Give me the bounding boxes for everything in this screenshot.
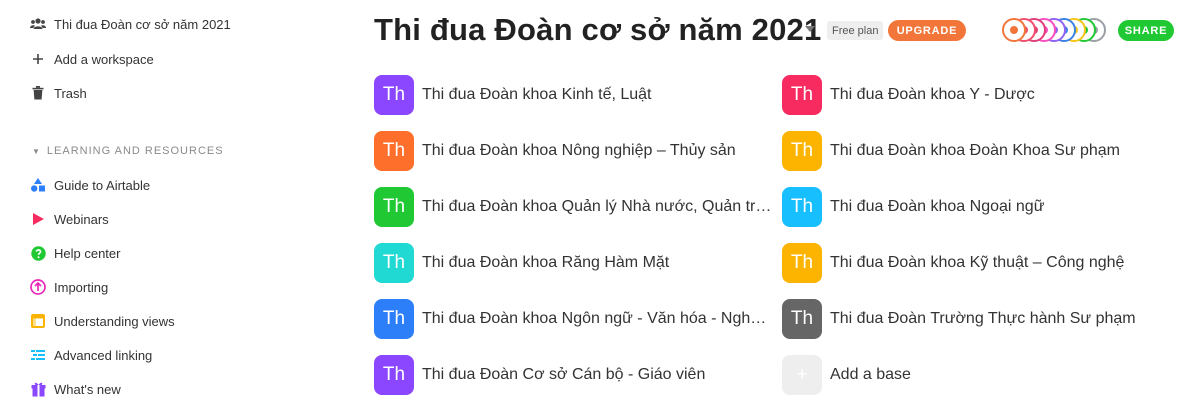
base-item[interactable]: Th Thi đua Đoàn khoa Quản lý Nhà nước, Q…: [374, 187, 772, 227]
learning-resources-heading[interactable]: ▼ LEARNING AND RESOURCES: [32, 144, 224, 158]
sidebar-workspace-item[interactable]: Thi đua Đoàn cơ sở năm 2021: [30, 13, 231, 35]
guide-to-airtable-link[interactable]: Guide to Airtable: [30, 174, 150, 196]
base-item[interactable]: Th Thi đua Đoàn khoa Kỹ thuật – Công ngh…: [782, 243, 1124, 283]
base-icon: Th: [782, 299, 822, 339]
add-workspace-label: Add a workspace: [54, 51, 154, 67]
base-name: Thi đua Đoàn khoa Kỹ thuật – Công nghệ: [830, 254, 1125, 271]
workspace-menu-caret-icon[interactable]: [805, 26, 815, 32]
base-name: Thi đua Đoàn khoa Nông nghiệp – Thủy sản: [422, 142, 736, 159]
importing-label: Importing: [54, 279, 109, 295]
base-item[interactable]: Th Thi đua Đoàn Cơ sở Cán bộ - Giáo viên: [374, 355, 705, 395]
learning-resources-heading-label: LEARNING AND RESOURCES: [46, 145, 224, 157]
advanced-linking-link[interactable]: Advanced linking: [30, 344, 152, 366]
base-icon: Th: [374, 187, 414, 227]
importing-link[interactable]: Importing: [30, 276, 108, 298]
trash-label: Trash: [54, 85, 87, 101]
play-icon: [30, 211, 46, 227]
avatar-dot: [1010, 26, 1018, 34]
plus-icon: +: [782, 355, 822, 395]
base-icon: Th: [782, 75, 822, 115]
workspace-title: Thi đua Đoàn cơ sở năm 2021: [374, 12, 822, 47]
base-name: Thi đua Đoàn khoa Răng Hàm Mặt: [422, 254, 670, 271]
advanced-linking-label: Advanced linking: [54, 347, 153, 363]
base-name: Thi đua Đoàn khoa Ngoại ngữ: [830, 198, 1045, 215]
base-icon: Th: [374, 355, 414, 395]
trash-icon: [30, 85, 46, 101]
avatar[interactable]: [1002, 18, 1026, 42]
plus-icon: [30, 51, 46, 67]
base-name: Thi đua Đoàn khoa Đoàn Khoa Sư phạm: [830, 142, 1121, 159]
users-icon: [30, 16, 46, 32]
base-name: Thi đua Đoàn Cơ sở Cán bộ - Giáo viên: [422, 366, 706, 383]
base-name: Thi đua Đoàn Trường Thực hành Sư phạm: [830, 310, 1136, 327]
base-item[interactable]: Th Thi đua Đoàn khoa Kinh tế, Luật: [374, 75, 652, 115]
base-name: Thi đua Đoàn khoa Y - Dược: [830, 86, 1035, 103]
understanding-views-label: Understanding views: [54, 313, 175, 329]
plan-badge: Free plan: [827, 21, 884, 40]
webinars-link[interactable]: Webinars: [30, 208, 109, 230]
webinars-label: Webinars: [54, 211, 109, 227]
add-base-label: Add a base: [830, 366, 911, 383]
base-icon: Th: [374, 299, 414, 339]
collaborator-avatars[interactable]: [1002, 18, 1110, 42]
import-icon: [30, 279, 46, 295]
gift-icon: [30, 381, 46, 397]
sidebar-workspace-label: Thi đua Đoàn cơ sở năm 2021: [54, 16, 231, 32]
base-icon: Th: [782, 243, 822, 283]
views-icon: [30, 313, 46, 329]
base-icon: Th: [782, 187, 822, 227]
base-item[interactable]: Th Thi đua Đoàn khoa Ngôn ngữ - Văn hóa …: [374, 299, 772, 339]
shapes-icon: [30, 177, 46, 193]
base-item[interactable]: Th Thi đua Đoàn khoa Nông nghiệp – Thủy …: [374, 131, 736, 171]
base-name: Thi đua Đoàn khoa Ngôn ngữ - Văn hóa - N…: [422, 310, 772, 327]
base-icon: Th: [374, 75, 414, 115]
trash-button[interactable]: Trash: [30, 82, 87, 104]
base-icon: Th: [374, 243, 414, 283]
base-item[interactable]: Th Thi đua Đoàn Trường Thực hành Sư phạm: [782, 299, 1136, 339]
base-item[interactable]: Th Thi đua Đoàn khoa Ngoại ngữ: [782, 187, 1044, 227]
whats-new-label: What's new: [54, 381, 121, 397]
base-item[interactable]: Th Thi đua Đoàn khoa Đoàn Khoa Sư phạm: [782, 131, 1120, 171]
base-item[interactable]: Th Thi đua Đoàn khoa Y - Dược: [782, 75, 1035, 115]
base-item[interactable]: Th Thi đua Đoàn khoa Răng Hàm Mặt: [374, 243, 669, 283]
help-center-label: Help center: [54, 245, 121, 261]
help-center-link[interactable]: Help center: [30, 242, 120, 264]
sidebar: Thi đua Đoàn cơ sở năm 2021 Add a worksp…: [0, 0, 330, 412]
help-icon: [30, 245, 46, 261]
upgrade-button[interactable]: UPGRADE: [888, 20, 966, 41]
base-name: Thi đua Đoàn khoa Quản lý Nhà nước, Quản…: [422, 198, 772, 215]
share-button[interactable]: SHARE: [1118, 20, 1174, 41]
linking-icon: [30, 347, 46, 363]
base-icon: Th: [782, 131, 822, 171]
caret-down-icon: ▼: [32, 146, 41, 156]
base-name: Thi đua Đoàn khoa Kinh tế, Luật: [422, 86, 652, 103]
whats-new-link[interactable]: What's new: [30, 378, 121, 400]
add-workspace-button[interactable]: Add a workspace: [30, 48, 154, 70]
base-icon: Th: [374, 131, 414, 171]
add-base-button[interactable]: + Add a base: [782, 355, 911, 395]
understanding-views-link[interactable]: Understanding views: [30, 310, 175, 332]
guide-to-airtable-label: Guide to Airtable: [54, 177, 151, 193]
